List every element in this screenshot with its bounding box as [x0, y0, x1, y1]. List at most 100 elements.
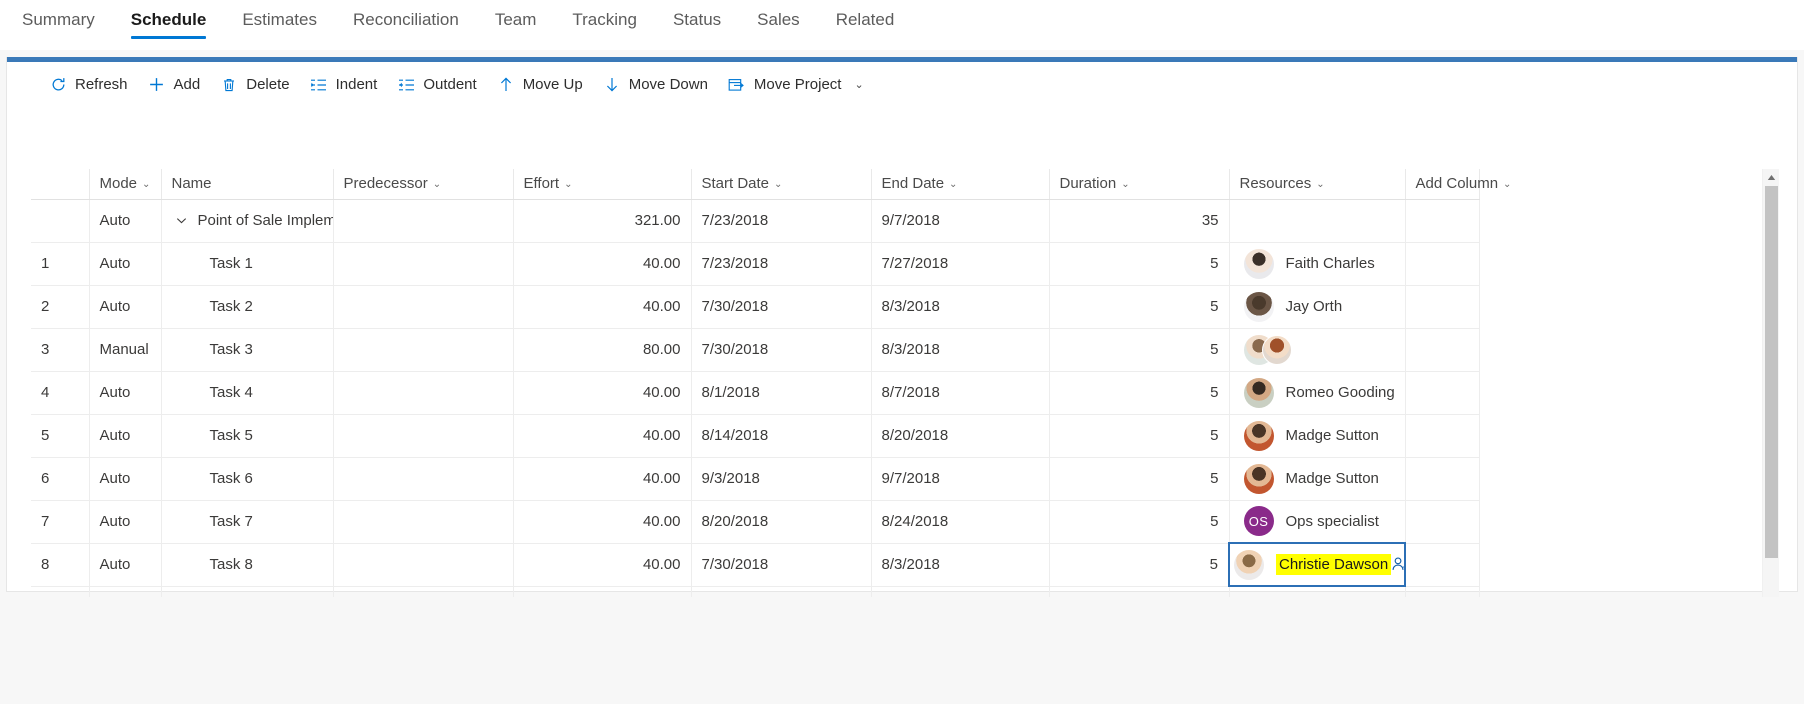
- grid-vertical-scrollbar[interactable]: [1762, 169, 1779, 597]
- cell-start-date[interactable]: 7/30/2018: [691, 328, 872, 372]
- cell-effort[interactable]: 40.00: [513, 457, 692, 501]
- cell-duration[interactable]: 5: [1049, 371, 1230, 415]
- cell-resources[interactable]: OS Ops specialist: [1229, 500, 1406, 544]
- tab-team[interactable]: Team: [477, 0, 555, 42]
- cell-rownum[interactable]: 3: [31, 328, 90, 372]
- cell-predecessor[interactable]: [333, 543, 514, 587]
- cell-resources[interactable]: Jay Orth: [1229, 285, 1406, 329]
- cell-add-column[interactable]: [1405, 414, 1480, 458]
- cell-resources[interactable]: [1229, 328, 1406, 372]
- cell-name[interactable]: Task 2: [161, 285, 334, 329]
- cell-duration[interactable]: 5: [1049, 285, 1230, 329]
- chevron-down-icon[interactable]: ⌄: [1503, 179, 1511, 190]
- cell-add-column[interactable]: [1405, 543, 1480, 587]
- tab-estimates[interactable]: Estimates: [224, 0, 335, 42]
- cell-rownum[interactable]: [31, 586, 90, 597]
- cell-end-date[interactable]: 8/24/2018: [871, 500, 1050, 544]
- cell-start-date[interactable]: 8/1/2018: [691, 371, 872, 415]
- chevron-down-icon[interactable]: [172, 211, 192, 231]
- cell-rownum[interactable]: 5: [31, 414, 90, 458]
- cell-name[interactable]: Task 1: [161, 242, 334, 286]
- add-person-icon[interactable]: [1391, 555, 1403, 574]
- cell-end-date[interactable]: 8/3/2018: [871, 285, 1050, 329]
- cell-resources[interactable]: Madge Sutton: [1229, 457, 1406, 501]
- column-header-mode[interactable]: Mode ⌄: [89, 169, 162, 200]
- table-row[interactable]: 6 Auto Task 6 40.00 9/3/2018 9/7/2018 5 …: [31, 457, 1480, 501]
- cell-duration[interactable]: 35: [1049, 199, 1230, 243]
- move-up-button[interactable]: Move Up: [489, 71, 595, 99]
- delete-button[interactable]: Delete: [212, 71, 301, 99]
- cell-start-date[interactable]: 7/30/2018: [691, 543, 872, 587]
- cell-rownum[interactable]: 8: [31, 543, 90, 587]
- column-header-add-column[interactable]: Add Column ⌄: [1405, 169, 1511, 200]
- tab-tracking[interactable]: Tracking: [554, 0, 655, 42]
- cell-add-column[interactable]: [1405, 500, 1480, 544]
- tab-related[interactable]: Related: [818, 0, 913, 42]
- table-row[interactable]: 7 Auto Task 7 40.00 8/20/2018 8/24/2018 …: [31, 500, 1480, 544]
- cell-name[interactable]: Task 3: [161, 328, 334, 372]
- cell-duration[interactable]: [1049, 586, 1230, 597]
- cell-duration[interactable]: 5: [1049, 457, 1230, 501]
- indent-button[interactable]: Indent: [302, 71, 390, 99]
- cell-effort[interactable]: 321.00: [513, 199, 692, 243]
- cell-rownum[interactable]: 1: [31, 242, 90, 286]
- cell-end-date[interactable]: 8/7/2018: [871, 371, 1050, 415]
- cell-end-date[interactable]: 8/3/2018: [871, 328, 1050, 372]
- cell-predecessor[interactable]: [333, 500, 514, 544]
- chevron-down-icon[interactable]: ⌄: [433, 179, 441, 190]
- cell-end-date[interactable]: 8/20/2018: [871, 414, 1050, 458]
- cell-end-date[interactable]: [871, 586, 1050, 597]
- scroll-up-button[interactable]: [1763, 169, 1779, 186]
- cell-end-date[interactable]: 8/3/2018: [871, 543, 1050, 587]
- cell-start-date[interactable]: 9/3/2018: [691, 457, 872, 501]
- cell-effort[interactable]: 40.00: [513, 414, 692, 458]
- cell-effort[interactable]: 40.00: [513, 242, 692, 286]
- column-header-predecessor[interactable]: Predecessor ⌄: [333, 169, 514, 200]
- tab-status[interactable]: Status: [655, 0, 739, 42]
- table-row[interactable]: 8 Auto Task 8 40.00 7/30/2018 8/3/2018 5…: [31, 542, 1480, 587]
- cell-mode[interactable]: Auto: [89, 543, 162, 587]
- cell-name[interactable]: Task 7: [161, 500, 334, 544]
- move-down-button[interactable]: Move Down: [595, 71, 720, 99]
- cell-predecessor[interactable]: [333, 328, 514, 372]
- cell-resources[interactable]: Faith Charles: [1229, 242, 1406, 286]
- table-row[interactable]: 3 Manual Task 3 80.00 7/30/2018 8/3/2018…: [31, 328, 1480, 372]
- cell-mode[interactable]: Auto: [89, 371, 162, 415]
- cell-mode[interactable]: Manual: [89, 328, 162, 372]
- table-row[interactable]: 5 Auto Task 5 40.00 8/14/2018 8/20/2018 …: [31, 414, 1480, 458]
- column-header-duration[interactable]: Duration ⌄: [1049, 169, 1230, 200]
- cell-mode[interactable]: Auto: [89, 242, 162, 286]
- cell-add-column[interactable]: [1405, 285, 1480, 329]
- tab-reconciliation[interactable]: Reconciliation: [335, 0, 477, 42]
- cell-predecessor[interactable]: [333, 285, 514, 329]
- cell-resources[interactable]: Romeo Gooding: [1229, 371, 1406, 415]
- cell-add-column[interactable]: [1405, 199, 1480, 243]
- cell-add-column[interactable]: [1405, 457, 1480, 501]
- chevron-down-icon[interactable]: ⌄: [949, 179, 957, 190]
- cell-start-date[interactable]: 8/20/2018: [691, 500, 872, 544]
- cell-rownum[interactable]: 2: [31, 285, 90, 329]
- move-project-button[interactable]: Move Project ⌄: [720, 71, 876, 99]
- chevron-down-icon[interactable]: ⌄: [1121, 179, 1129, 190]
- cell-resources[interactable]: [1229, 199, 1406, 243]
- table-row[interactable]: 2 Auto Task 2 40.00 7/30/2018 8/3/2018 5…: [31, 285, 1480, 329]
- cell-predecessor[interactable]: [333, 457, 514, 501]
- tab-summary[interactable]: Summary: [4, 0, 113, 42]
- cell-start-date[interactable]: 7/30/2018: [691, 285, 872, 329]
- column-header-resources[interactable]: Resources ⌄: [1229, 169, 1406, 200]
- cell-predecessor[interactable]: [333, 371, 514, 415]
- cell-mode[interactable]: Auto: [89, 414, 162, 458]
- cell-mode[interactable]: Auto: [89, 199, 162, 243]
- cell-effort[interactable]: [513, 586, 692, 597]
- cell-rownum[interactable]: 7: [31, 500, 90, 544]
- cell-resources[interactable]: [1229, 586, 1406, 597]
- tab-schedule[interactable]: Schedule: [113, 0, 225, 42]
- column-header-effort[interactable]: Effort ⌄: [513, 169, 692, 200]
- cell-effort[interactable]: 40.00: [513, 543, 692, 587]
- cell-name[interactable]: Task 4: [161, 371, 334, 415]
- scroll-thumb[interactable]: [1765, 186, 1778, 558]
- table-row[interactable]: 4 Auto Task 4 40.00 8/1/2018 8/7/2018 5 …: [31, 371, 1480, 415]
- cell-mode[interactable]: Auto: [89, 500, 162, 544]
- cell-predecessor[interactable]: [333, 242, 514, 286]
- cell-predecessor[interactable]: [333, 414, 514, 458]
